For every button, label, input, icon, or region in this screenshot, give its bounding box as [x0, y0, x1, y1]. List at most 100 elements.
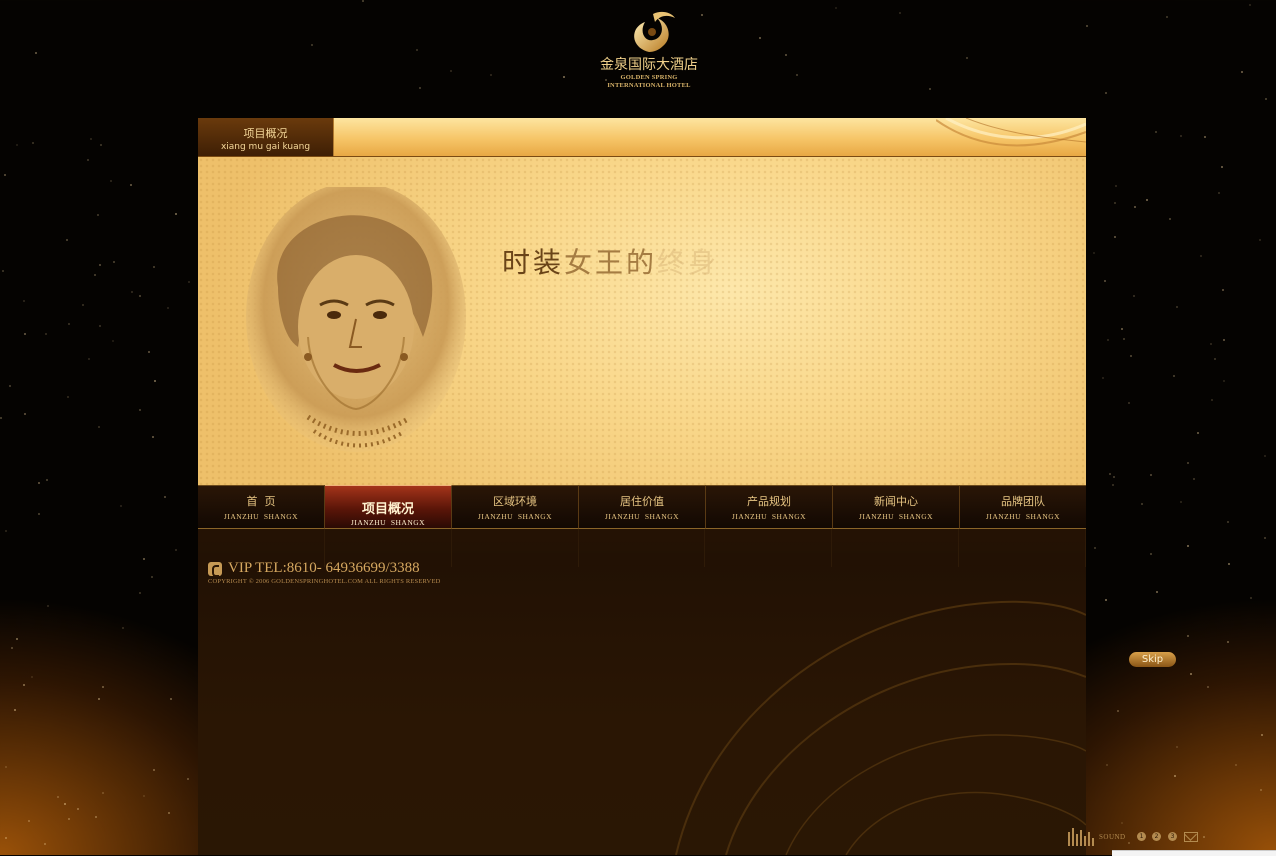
- sparkle: [87, 159, 90, 162]
- nav-item-sub: JIANZHU SHANGX: [985, 512, 1061, 521]
- sparkle: [1146, 199, 1149, 202]
- sparkle: [152, 435, 155, 438]
- sparkle: [66, 239, 69, 242]
- sparkle: [99, 264, 102, 267]
- sparkle: [1260, 733, 1263, 736]
- sparkle: [139, 592, 141, 595]
- sparkle: [1165, 16, 1168, 19]
- sparkle: [112, 260, 115, 263]
- sound-option-2-button[interactable]: 2: [1152, 832, 1161, 841]
- sparkle: [1207, 686, 1210, 689]
- sparkle: [1149, 473, 1152, 476]
- nav-item-5[interactable]: 产品规划 JIANZHU SHANGX: [706, 485, 833, 529]
- sparkle: [1105, 599, 1108, 602]
- nav-item-2[interactable]: 项目概况 JIANZHU SHANGX: [325, 485, 452, 529]
- sparkle: [151, 576, 154, 579]
- sparkle: [1140, 502, 1143, 505]
- sparkle: [1179, 135, 1182, 138]
- nav-item-7[interactable]: 品牌团队 JIANZHU SHANGX: [960, 485, 1086, 529]
- sparkle: [97, 426, 100, 429]
- sparkle: [1172, 375, 1175, 378]
- sparkle: [22, 683, 25, 686]
- sparkle: [67, 395, 70, 398]
- sparkle: [87, 358, 90, 361]
- nav-item-3[interactable]: 区域环境 JIANZHU SHANGX: [452, 485, 579, 529]
- logo-name-en-2: INTERNATIONAL HOTEL: [607, 82, 691, 89]
- sparkle: [362, 0, 365, 3]
- sparkle: [1092, 251, 1095, 254]
- sparkle: [81, 304, 84, 307]
- sparkle: [1102, 377, 1105, 380]
- sound-label: SOUND: [1099, 833, 1126, 841]
- sparkle: [98, 325, 101, 328]
- sparkle: [1121, 327, 1124, 330]
- vip-tel: VIP TEL:8610- 64936699/3388: [228, 560, 420, 576]
- sparkle: [1114, 202, 1117, 205]
- sparkle: [1115, 185, 1118, 188]
- nav-item-label: 品牌团队: [1001, 495, 1045, 508]
- sparkle: [44, 332, 47, 335]
- sparkle: [174, 548, 177, 551]
- sparkle: [9, 385, 12, 388]
- sparkle: [4, 766, 7, 769]
- section-header-bar: 项目概况 xiang mu gai kuang: [198, 118, 1086, 157]
- sparkle: [418, 87, 421, 90]
- sparkle: [0, 416, 3, 419]
- nav-item-6[interactable]: 新闻中心 JIANZHU SHANGX: [833, 485, 960, 529]
- sparkle: [1227, 520, 1230, 523]
- sparkle: [89, 138, 92, 141]
- sparkle: [1187, 635, 1189, 638]
- section-pinyin: xiang mu gai kuang: [220, 142, 311, 152]
- sparkle: [1149, 553, 1152, 556]
- sparkle: [1263, 455, 1266, 458]
- nav-item-sub: JIANZHU SHANGX: [223, 512, 299, 521]
- sparkle: [1259, 238, 1262, 241]
- banner-title-part3: 终身: [657, 246, 720, 279]
- sound-equalizer-icon[interactable]: [1068, 826, 1094, 848]
- sparkle: [1250, 596, 1252, 599]
- sparkle: [1221, 288, 1224, 291]
- sparkle: [4, 836, 7, 839]
- nav-item-sub: JIANZHU SHANGX: [604, 512, 680, 521]
- sparkle: [130, 290, 133, 293]
- sparkle: [15, 144, 18, 147]
- sparkle: [63, 802, 66, 805]
- sparkle: [1122, 338, 1125, 341]
- sparkle: [1156, 590, 1159, 593]
- sparkle: [1222, 379, 1225, 382]
- sparkle: [1221, 165, 1224, 168]
- sparkle: [1094, 547, 1097, 550]
- nav-item-1[interactable]: 首 页 JIANZHU SHANGX: [198, 485, 325, 529]
- sparkle: [1104, 91, 1107, 94]
- hero-banner: 时装女王的终身: [198, 157, 1086, 485]
- sparkle: [929, 88, 932, 91]
- sparkle: [1175, 305, 1178, 308]
- nav-item-label: 产品规划: [747, 495, 791, 508]
- sparkle: [1128, 402, 1131, 405]
- nav-item-label: 新闻中心: [874, 495, 918, 508]
- skip-button[interactable]: Skip: [1129, 652, 1176, 667]
- sparkle: [96, 214, 99, 217]
- sparkle: [46, 604, 49, 607]
- sound-option-3-button[interactable]: 3: [1168, 832, 1177, 841]
- section-title: 项目概况: [243, 127, 288, 140]
- main-nav: 首 页 JIANZHU SHANGX 项目概况 JIANZHU SHANGX 区域环境 J…: [198, 485, 1086, 529]
- sparkle: [562, 76, 565, 79]
- sound-option-1-button[interactable]: 1: [1137, 832, 1146, 841]
- sparkle: [1223, 339, 1226, 342]
- sparkle: [143, 794, 146, 797]
- sparkle: [1210, 343, 1213, 346]
- sparkle: [1264, 98, 1267, 101]
- logo-name-cn: 金泉国际大酒店: [600, 57, 698, 73]
- hotel-logo[interactable]: 金泉国际大酒店 GOLDEN SPRING INTERNATIONAL HOTE…: [590, 8, 708, 98]
- sparkle: [170, 698, 173, 701]
- swirl-background-icon: [675, 600, 1086, 855]
- sparkle: [1134, 205, 1137, 208]
- mail-icon[interactable]: [1184, 832, 1198, 842]
- nav-item-4[interactable]: 居住价值 JIANZHU SHANGX: [579, 485, 706, 529]
- sparkle: [3, 174, 6, 177]
- sparkle: [10, 646, 13, 649]
- sparkle: [121, 626, 124, 629]
- sparkle: [1114, 236, 1117, 239]
- sparkle: [1235, 763, 1238, 766]
